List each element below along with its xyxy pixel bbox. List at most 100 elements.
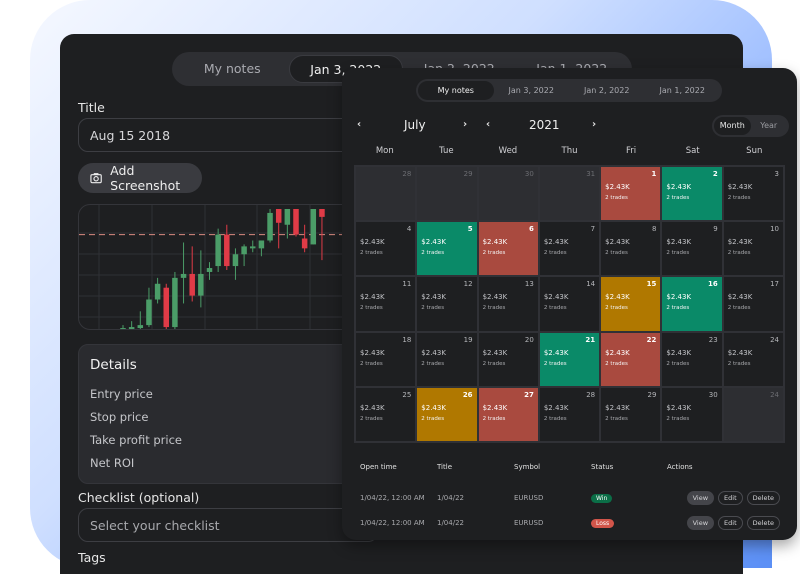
calendar-day-cell[interactable]: 21 $2.43K 2 trades bbox=[538, 331, 601, 387]
candle-up bbox=[310, 209, 317, 245]
day-number: 6 bbox=[528, 225, 534, 234]
day-trade-count: 2 trades bbox=[727, 360, 751, 367]
calendar-day-cell[interactable]: 17 $2.43K 2 trades bbox=[722, 276, 784, 332]
calendar-day-cell[interactable]: 30 $2.43K 2 trades bbox=[661, 386, 723, 442]
calendar-day-cell[interactable]: 12 $2.43K 2 trades bbox=[416, 276, 478, 332]
prev-year-icon[interactable]: ‹ bbox=[486, 119, 490, 130]
day-pnl-amount: $2.43K bbox=[543, 348, 569, 357]
day-number: 12 bbox=[463, 280, 473, 289]
month-label: July bbox=[404, 118, 426, 132]
calendar-day-cell[interactable]: 5 $2.43K 2 trades bbox=[416, 221, 478, 277]
calendar-day-cell[interactable]: 7 $2.43K 2 trades bbox=[538, 221, 601, 277]
front-tab-jan-2[interactable]: Jan 2, 2022 bbox=[569, 81, 645, 100]
day-number: 14 bbox=[586, 280, 596, 289]
year-view-button[interactable]: Year bbox=[751, 117, 788, 135]
calendar-day-cell[interactable]: 22 $2.43K 2 trades bbox=[600, 331, 662, 387]
day-trade-count: 2 trades bbox=[605, 195, 628, 201]
calendar-day-cell[interactable]: 6 $2.43K 2 trades bbox=[477, 221, 539, 277]
calendar-day-cell[interactable]: 31 bbox=[538, 166, 601, 222]
day-number: 3 bbox=[774, 170, 779, 178]
calendar-day-cell[interactable]: 8 $2.43K 2 trades bbox=[600, 221, 662, 277]
calendar-window: My notes Jan 3, 2022 Jan 2, 2022 Jan 1, … bbox=[342, 68, 797, 540]
candle-down bbox=[275, 209, 282, 223]
candlestick-chart bbox=[79, 205, 367, 329]
calendar-day-cell[interactable]: 16 $2.43K 2 trades bbox=[661, 276, 723, 332]
day-pnl-amount: $2.43K bbox=[727, 238, 753, 247]
trade-screenshot-chart bbox=[78, 204, 368, 330]
calendar-day-cell[interactable]: 23 $2.43K 2 trades bbox=[661, 331, 723, 387]
day-pnl-amount: $2.43K bbox=[360, 238, 385, 247]
edit-button[interactable]: Edit bbox=[718, 515, 743, 530]
day-number: 4 bbox=[406, 225, 412, 234]
day-pnl-amount: $2.43K bbox=[666, 183, 692, 191]
day-trade-count: 2 trades bbox=[727, 305, 751, 312]
calendar-day-cell[interactable]: 30 bbox=[477, 166, 539, 222]
front-tab-my-notes[interactable]: My notes bbox=[418, 81, 494, 100]
day-number: 7 bbox=[590, 225, 596, 234]
view-button[interactable]: View bbox=[686, 490, 715, 505]
calendar-day-cell[interactable]: 15 $2.43K 2 trades bbox=[600, 276, 662, 332]
status-badge: Win bbox=[591, 493, 613, 503]
calendar-day-cell[interactable]: 9 $2.43K 2 trades bbox=[661, 221, 723, 277]
calendar-day-cell[interactable]: 26 $2.43K 2 trades bbox=[416, 386, 478, 442]
next-month-icon[interactable]: › bbox=[463, 119, 467, 130]
candle-down bbox=[189, 273, 195, 296]
day-number: 27 bbox=[524, 390, 534, 399]
calendar-day-cell[interactable]: 14 $2.43K 2 trades bbox=[538, 276, 601, 332]
title-cell: 1/04/22 bbox=[437, 493, 464, 502]
candle-up bbox=[146, 299, 152, 326]
day-pnl-amount: $2.43K bbox=[666, 293, 692, 302]
calendar-day-cell[interactable]: 13 $2.43K 2 trades bbox=[477, 276, 539, 332]
day-pnl-amount: $2.43K bbox=[360, 293, 385, 302]
edit-button[interactable]: Edit bbox=[718, 490, 743, 505]
day-pnl-amount: $2.43K bbox=[727, 293, 753, 302]
details-heading: Details bbox=[90, 357, 137, 373]
calendar-day-cell[interactable]: 2 $2.43K 2 trades bbox=[661, 166, 723, 222]
calendar-day-cell[interactable]: 28 bbox=[355, 166, 417, 222]
day-pnl-amount: $2.43K bbox=[421, 238, 446, 247]
title-input[interactable]: Aug 15 2018 bbox=[78, 118, 378, 152]
calendar-day-cell[interactable]: 29 bbox=[416, 166, 478, 222]
add-screenshot-button[interactable]: Add Screenshot bbox=[78, 163, 202, 193]
calendar-day-cell[interactable]: 1 $2.43K 2 trades bbox=[600, 166, 662, 222]
day-pnl-amount: $2.43K bbox=[666, 403, 692, 412]
month-view-button[interactable]: Month bbox=[714, 117, 751, 135]
calendar-day-cell[interactable]: 25 $2.43K 2 trades bbox=[355, 386, 417, 442]
candle-up bbox=[258, 240, 265, 249]
calendar-day-cell[interactable]: 11 $2.43K 2 trades bbox=[355, 276, 417, 332]
front-tab-jan-1[interactable]: Jan 1, 2022 bbox=[645, 81, 721, 100]
day-number: 10 bbox=[770, 225, 779, 234]
calendar-day-cell[interactable]: 3 $2.43K 2 trades bbox=[722, 166, 784, 222]
calendar-day-cell[interactable]: 27 $2.43K 2 trades bbox=[477, 386, 539, 442]
candle-down bbox=[163, 287, 169, 328]
calendar-day-cell[interactable]: 24 bbox=[722, 386, 784, 442]
open-time-cell: 1/04/22, 12:00 AM bbox=[360, 493, 425, 502]
calendar-day-cell[interactable]: 24 $2.43K 2 trades bbox=[722, 331, 784, 387]
delete-button[interactable]: Delete bbox=[746, 490, 780, 505]
calendar-day-cell[interactable]: 19 $2.43K 2 trades bbox=[416, 331, 478, 387]
view-button[interactable]: View bbox=[686, 515, 715, 530]
checklist-select[interactable]: Select your checklist bbox=[78, 508, 378, 542]
front-tab-jan-3[interactable]: Jan 3, 2022 bbox=[494, 81, 570, 100]
year-label: 2021 bbox=[529, 118, 560, 132]
back-tab-my-notes[interactable]: My notes bbox=[176, 55, 289, 83]
title-label: Title bbox=[78, 100, 105, 115]
calendar-day-cell[interactable]: 28 $2.43K 2 trades bbox=[538, 386, 601, 442]
next-year-icon[interactable]: › bbox=[592, 119, 596, 130]
candle-up bbox=[215, 234, 221, 267]
calendar-day-cell[interactable]: 4 $2.43K 2 trades bbox=[355, 221, 417, 277]
weekday-header: Mon Tue Wed Thu Fri Sat Sun bbox=[354, 146, 785, 156]
day-trade-count: 2 trades bbox=[666, 250, 690, 257]
calendar-day-cell[interactable]: 18 $2.43K 2 trades bbox=[355, 331, 417, 387]
delete-button[interactable]: Delete bbox=[746, 515, 780, 530]
calendar-day-cell[interactable]: 20 $2.43K 2 trades bbox=[477, 331, 539, 387]
candle-up bbox=[198, 273, 204, 296]
day-number: 15 bbox=[646, 280, 657, 289]
day-trade-count: 2 trades bbox=[727, 195, 751, 201]
day-number: 30 bbox=[524, 170, 534, 178]
prev-month-icon[interactable]: ‹ bbox=[357, 119, 361, 130]
calendar-day-cell[interactable]: 10 $2.43K 2 trades bbox=[722, 221, 784, 277]
candle-up bbox=[137, 325, 144, 329]
calendar-day-cell[interactable]: 29 $2.43K 2 trades bbox=[600, 386, 662, 442]
col-open-time: Open time bbox=[360, 463, 397, 471]
